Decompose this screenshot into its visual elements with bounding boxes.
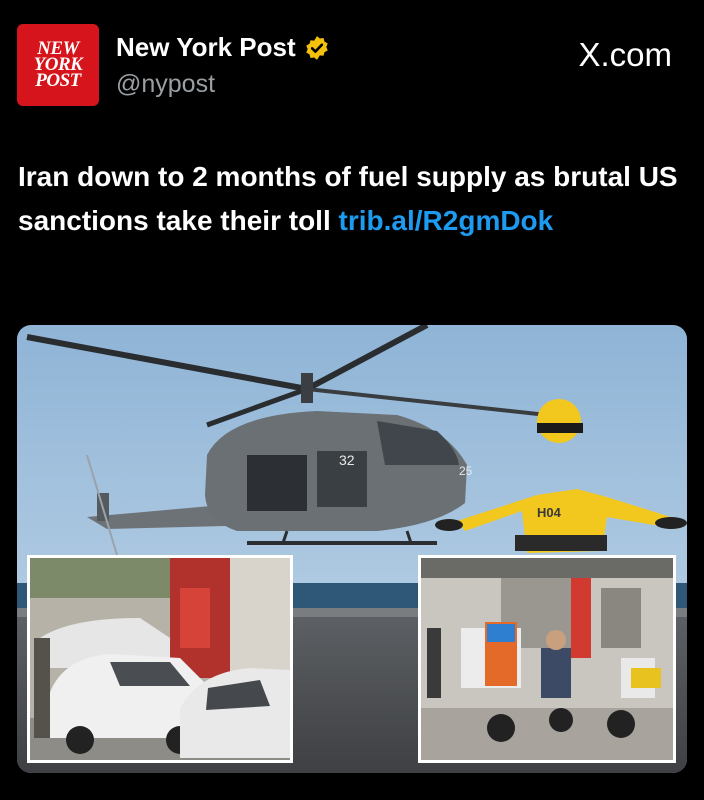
account-name-row: New York Post <box>116 32 330 63</box>
logo-line-3: POST <box>35 70 81 91</box>
post-text: Iran down to 2 months of fuel supply as … <box>18 155 678 243</box>
vest-text: H04 <box>537 505 562 520</box>
post-photo[interactable]: 32 25 H04 <box>17 325 687 773</box>
gas-station-cars-photo <box>27 555 293 763</box>
post-link[interactable]: trib.al/R2gmDok <box>339 205 554 236</box>
verified-badge-icon <box>305 35 328 60</box>
account-handle[interactable]: @nypost <box>116 70 215 99</box>
new-york-post-logo[interactable]: NEW YORK POST <box>17 24 99 106</box>
motorbikes-scene <box>421 558 673 760</box>
cars-scene <box>30 558 290 760</box>
gas-station-motorbikes-photo <box>418 555 676 763</box>
nose-number-25: 25 <box>459 464 473 478</box>
source-label: X.com <box>578 36 672 73</box>
account-display-name[interactable]: New York Post <box>116 32 296 63</box>
tail-number-32: 32 <box>339 452 355 468</box>
